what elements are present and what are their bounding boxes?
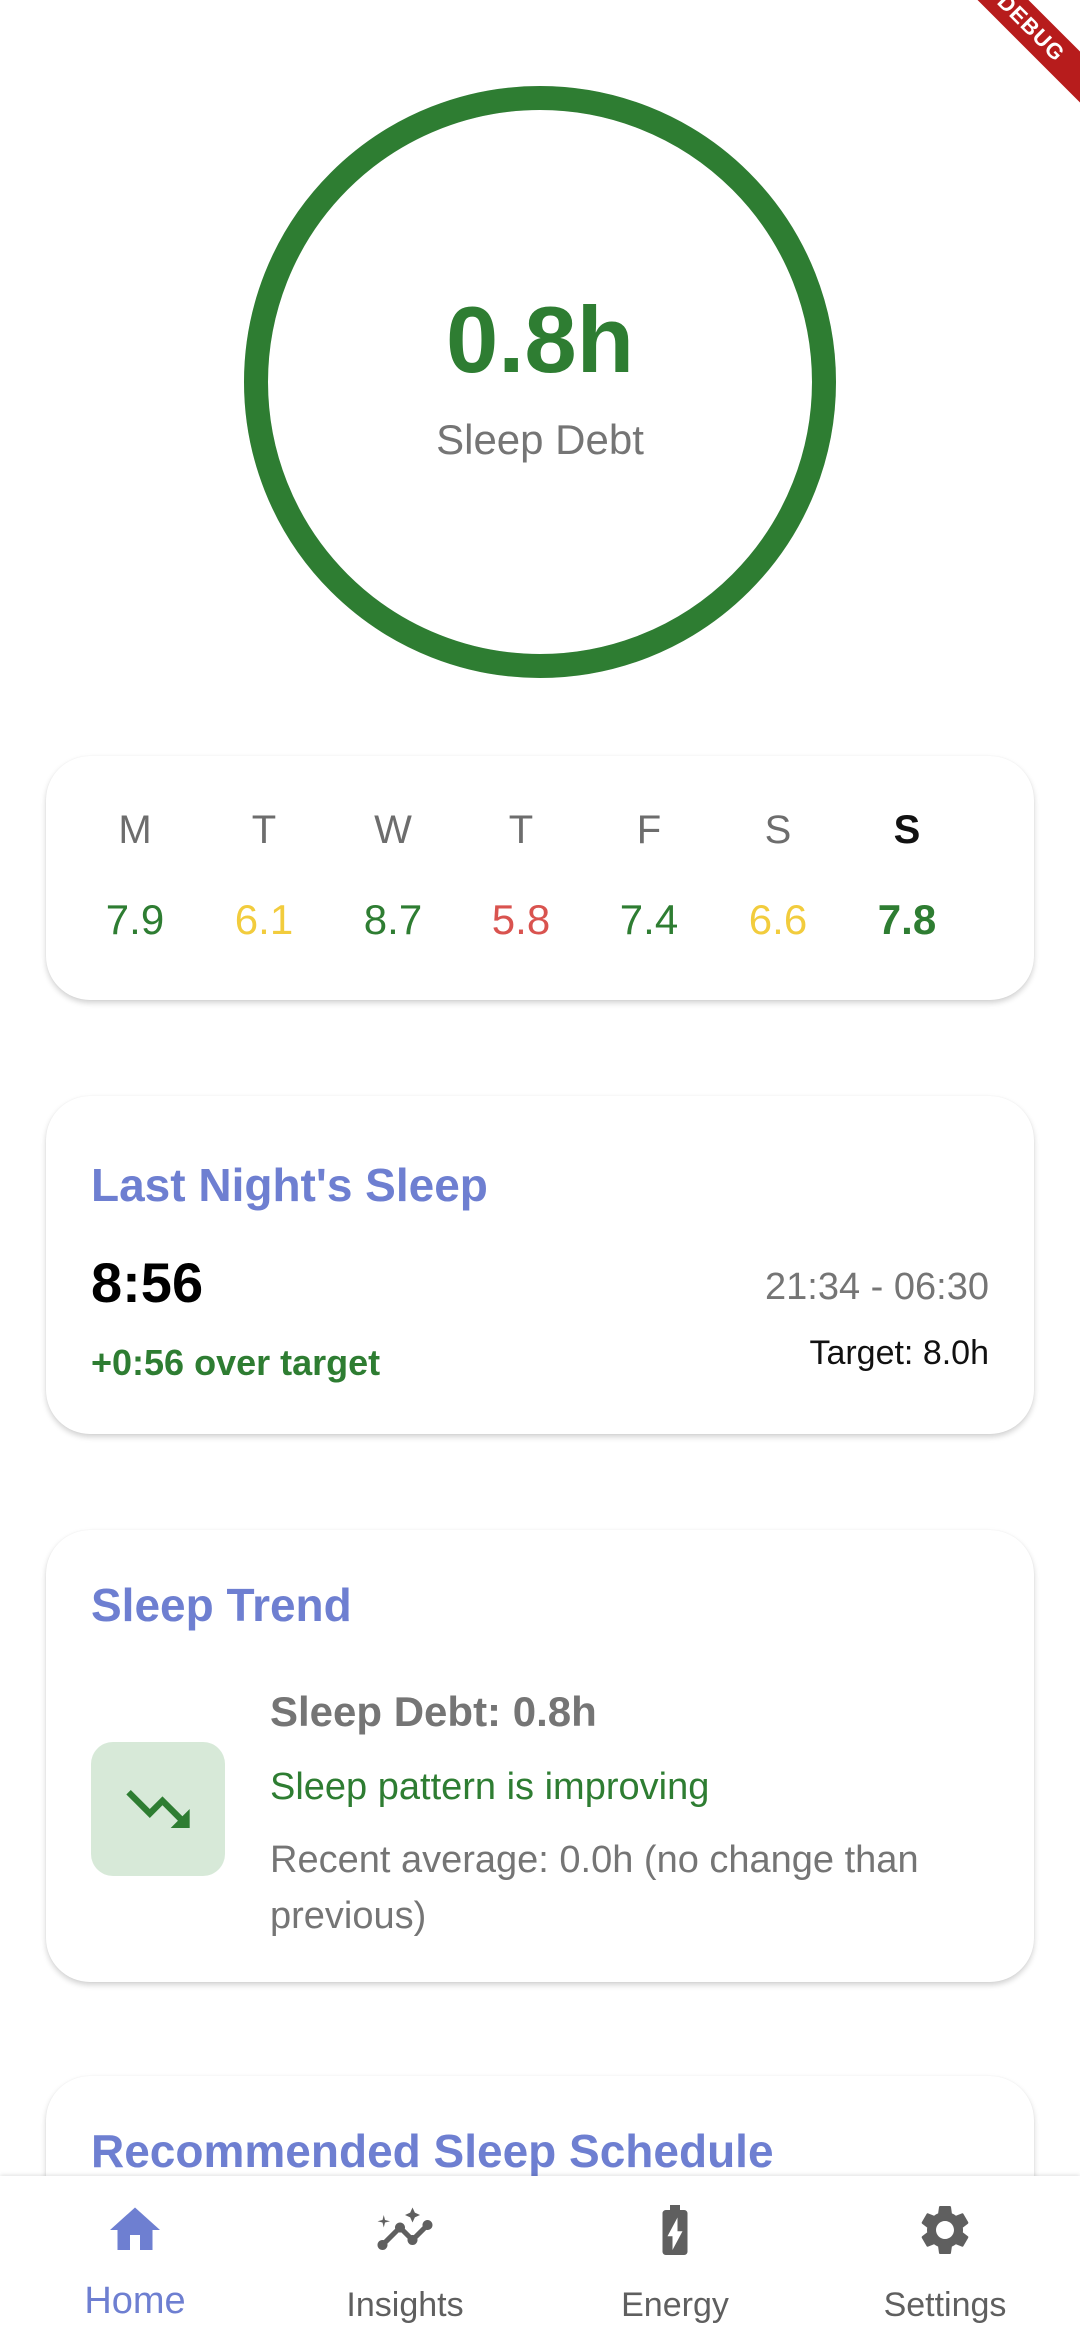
sleep-debt-value: 0.8h xyxy=(445,287,635,392)
recommended-schedule-title: Recommended Sleep Schedule xyxy=(91,2125,774,2177)
battery-charging-icon xyxy=(662,2205,688,2255)
trend-icon-box xyxy=(91,1742,225,1876)
week-day-value: 6.6 xyxy=(748,896,808,943)
week-day-label: M xyxy=(118,808,152,852)
nav-label-insights: Insights xyxy=(346,2286,464,2324)
week-day-value: 5.8 xyxy=(491,896,551,943)
insights-icon xyxy=(377,2207,433,2250)
trending-down-icon xyxy=(126,1790,190,1828)
week-day-value: 7.4 xyxy=(619,896,679,943)
last-night-target: Target: 8.0h xyxy=(809,1334,989,1372)
sleep-trend-title: Sleep Trend xyxy=(91,1579,352,1631)
nav-label-home: Home xyxy=(84,2280,186,2322)
weekly-sleep-card[interactable]: M 7.9 T 6.1 W 8.7 T 5.8 F 7.4 S 6.6 S 7.… xyxy=(46,756,1034,1000)
nav-label-energy: Energy xyxy=(621,2286,729,2324)
nav-item-insights[interactable]: Insights xyxy=(270,2176,540,2338)
week-day-label: S xyxy=(764,808,792,852)
sleep-debt-ring: 0.8h Sleep Debt xyxy=(244,86,836,678)
sleep-trend-card[interactable]: Sleep Trend Sleep Debt: 0.8h Sleep patte… xyxy=(46,1530,1034,1982)
last-night-over-target: +0:56 over target xyxy=(91,1342,381,1383)
trend-recent-average: Recent average: 0.0h (no change than pre… xyxy=(270,1839,919,1937)
week-day-label: T xyxy=(251,808,277,852)
last-night-sleep-card[interactable]: Last Night's Sleep 8:56 +0:56 over targe… xyxy=(46,1096,1034,1434)
week-day-value: 8.7 xyxy=(363,896,423,943)
week-day-label-today: S xyxy=(893,808,921,852)
last-night-title: Last Night's Sleep xyxy=(91,1159,488,1211)
last-night-time-range: 21:34 - 06:30 xyxy=(765,1266,989,1308)
week-day-label: T xyxy=(508,808,534,852)
week-day-label: W xyxy=(374,808,412,852)
home-screen: DEBUG 0.8h Sleep Debt M 7.9 T 6.1 W 8.7 … xyxy=(0,0,1080,2338)
bottom-navigation-bar: Home Insights Energy Settings xyxy=(0,2176,1080,2338)
nav-item-energy[interactable]: Energy xyxy=(540,2176,810,2338)
nav-label-settings: Settings xyxy=(883,2286,1007,2324)
last-night-duration: 8:56 xyxy=(91,1251,204,1314)
home-icon xyxy=(110,2207,160,2250)
week-day-value: 6.1 xyxy=(234,896,294,943)
week-day-value: 7.9 xyxy=(105,896,165,943)
debug-banner: DEBUG xyxy=(951,0,1080,108)
week-day-value-today: 7.8 xyxy=(877,896,937,943)
trend-sleep-debt: Sleep Debt: 0.8h xyxy=(270,1688,597,1735)
gear-icon xyxy=(921,2206,969,2254)
nav-item-home[interactable]: Home xyxy=(0,2176,270,2338)
sleep-debt-label: Sleep Debt xyxy=(436,416,644,463)
nav-item-settings[interactable]: Settings xyxy=(810,2176,1080,2338)
trend-status: Sleep pattern is improving xyxy=(270,1766,710,1808)
week-day-label: F xyxy=(636,808,662,852)
